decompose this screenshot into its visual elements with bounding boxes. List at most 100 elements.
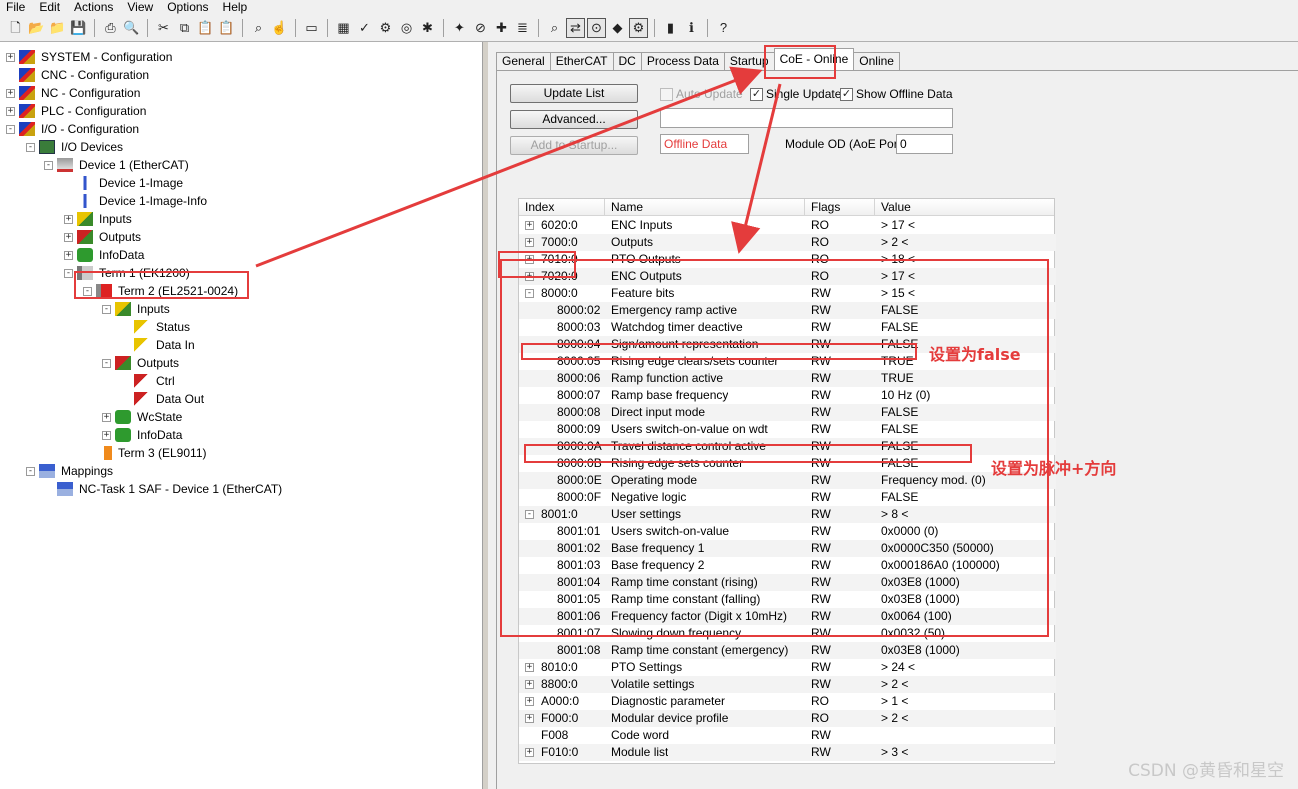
table-row[interactable]: 8001:03 Base frequency 2 RW 0x000186A0 (100…: [519, 557, 1056, 574]
table-row[interactable]: -8001:0 User settings RW > 8 <: [519, 506, 1056, 523]
expand-icon[interactable]: +: [6, 52, 15, 62]
new-icon[interactable]: 🗋: [6, 18, 25, 38]
column-value[interactable]: Value: [875, 199, 1056, 216]
table-row[interactable]: +7020:0 ENC Outputs RO > 17 <: [519, 268, 1056, 285]
add-icon[interactable]: ✚: [492, 18, 511, 38]
tree-node[interactable]: Data In: [121, 336, 197, 354]
list-icon[interactable]: ≣: [513, 18, 532, 38]
collapse-icon[interactable]: -: [102, 358, 111, 368]
tree-node[interactable]: - Device 1 (EtherCAT): [44, 156, 191, 174]
table-row[interactable]: + F000:0 Modular device profile RO > 2 <: [519, 710, 1056, 727]
tab-online[interactable]: Online: [853, 52, 900, 70]
open-icon[interactable]: 📂: [27, 18, 46, 38]
paste-icon[interactable]: 📋: [196, 18, 215, 38]
table-row[interactable]: 8000:0E Operating mode RW Frequency mod. (0…: [519, 472, 1056, 489]
tree-node[interactable]: - Term 1 (EK1200): [64, 264, 192, 282]
expand-icon[interactable]: +: [525, 663, 534, 672]
tree-node[interactable]: Device 1-Image-Info: [64, 192, 209, 210]
table-row[interactable]: 8001:06 Frequency factor (Digit x 10mHz) R…: [519, 608, 1056, 625]
activate-config-icon[interactable]: ▦: [334, 18, 353, 38]
table-row[interactable]: 8000:09 Users switch-on-value on wdt RW FAL…: [519, 421, 1056, 438]
tag-icon[interactable]: ◆: [608, 18, 627, 38]
expand-icon[interactable]: +: [64, 250, 73, 260]
tree-node[interactable]: + Outputs: [64, 228, 143, 246]
table-row[interactable]: 8000:0B Rising edge sets counter RW FALSE: [519, 455, 1056, 472]
table-row[interactable]: 8001:02 Base frequency 1 RW 0x0000C350 (500…: [519, 540, 1056, 557]
table-row[interactable]: 8000:0F Negative logic RW FALSE: [519, 489, 1056, 506]
expand-icon[interactable]: +: [64, 232, 73, 242]
tree-node[interactable]: NC-Task 1 SAF - Device 1 (EtherCAT): [44, 480, 284, 498]
expand-icon[interactable]: +: [525, 680, 534, 689]
collapse-icon[interactable]: -: [102, 304, 111, 314]
expand-icon[interactable]: +: [6, 106, 15, 116]
tree-node[interactable]: + WcState: [102, 408, 184, 426]
expand-icon[interactable]: +: [525, 748, 534, 757]
cut-icon[interactable]: ✂: [154, 18, 173, 38]
build-icon[interactable]: ⚙: [376, 18, 395, 38]
table-row[interactable]: 8001:08 Ramp time constant (emergency) RW 0…: [519, 642, 1056, 659]
stop-icon[interactable]: ⊘: [471, 18, 490, 38]
open-folder-icon[interactable]: 📁: [48, 18, 67, 38]
find-icon[interactable]: ⌕: [249, 18, 268, 38]
table-row[interactable]: 8000:07 Ramp base frequency RW 10 Hz (0): [519, 387, 1056, 404]
module-od-input[interactable]: 0: [896, 134, 953, 154]
expand-icon[interactable]: +: [525, 221, 534, 230]
monitor-icon[interactable]: ▭: [302, 18, 321, 38]
single-update-checkbox[interactable]: ✓ Single Update: [750, 87, 841, 101]
table-row[interactable]: F008 Code word RW: [519, 727, 1056, 744]
target-icon[interactable]: ◎: [397, 18, 416, 38]
tree-node[interactable]: + Inputs: [64, 210, 134, 228]
column-name[interactable]: Name: [605, 199, 805, 216]
book-icon[interactable]: ▮: [661, 18, 680, 38]
menu-view[interactable]: View: [121, 1, 161, 13]
table-row[interactable]: +6020:0 ENC Inputs RO > 17 <: [519, 217, 1056, 234]
expand-icon[interactable]: +: [102, 412, 111, 422]
expand-icon[interactable]: +: [525, 238, 534, 247]
tree-node[interactable]: - Inputs: [102, 300, 172, 318]
table-row[interactable]: 8001:05 Ramp time constant (falling) RW 0x0…: [519, 591, 1056, 608]
settings-icon[interactable]: ⚙: [629, 17, 648, 38]
tree-node[interactable]: - Outputs: [102, 354, 181, 372]
tree-node[interactable]: - I/O Devices: [26, 138, 125, 156]
table-row[interactable]: +8800:0 Volatile settings RW > 2 <: [519, 676, 1056, 693]
add-to-startup-button[interactable]: Add to Startup...: [510, 136, 638, 155]
column-flags[interactable]: Flags: [805, 199, 875, 216]
expand-icon[interactable]: +: [102, 430, 111, 440]
collapse-icon[interactable]: -: [26, 142, 35, 152]
expand-icon[interactable]: +: [525, 714, 534, 723]
tree-node[interactable]: Device 1-Image: [64, 174, 185, 192]
tree-node[interactable]: + NC - Configuration: [6, 84, 142, 102]
expand-icon[interactable]: +: [525, 272, 534, 281]
table-row[interactable]: + A000:0 Diagnostic parameter RO > 1 <: [519, 693, 1056, 710]
update-list-button[interactable]: Update List: [510, 84, 638, 103]
zoom-icon[interactable]: ⌕: [545, 18, 564, 38]
expand-icon[interactable]: +: [525, 697, 534, 706]
tree-node[interactable]: Term 3 (EL9011): [83, 444, 208, 462]
tree-node[interactable]: CNC - Configuration: [6, 66, 151, 84]
expand-icon[interactable]: +: [64, 214, 73, 224]
show-offline-data-checkbox[interactable]: ✓ Show Offline Data: [840, 87, 953, 101]
menu-edit[interactable]: Edit: [33, 1, 68, 13]
table-row[interactable]: +8010:0 PTO Settings RW > 24 <: [519, 659, 1056, 676]
table-row[interactable]: 8000:02 Emergency ramp active RW FALSE: [519, 302, 1056, 319]
column-index[interactable]: Index: [519, 199, 605, 216]
collapse-icon[interactable]: -: [525, 510, 534, 519]
save-icon[interactable]: 💾: [69, 18, 88, 38]
tab-startup[interactable]: Startup: [723, 52, 775, 70]
table-row[interactable]: 8000:03 Watchdog timer deactive RW FALSE: [519, 319, 1056, 336]
help-icon[interactable]: ?: [714, 18, 733, 38]
wand-icon[interactable]: ✦: [450, 18, 469, 38]
tree-node[interactable]: - Term 2 (EL2521-0024): [83, 282, 240, 300]
table-row[interactable]: 8000:0A Travel distance control active RW F…: [519, 438, 1056, 455]
table-row[interactable]: 8000:06 Ramp function active RW TRUE: [519, 370, 1056, 387]
find-next-icon[interactable]: ☝: [270, 18, 289, 38]
table-row[interactable]: 8001:01 Users switch-on-value RW 0x0000 (0): [519, 523, 1056, 540]
table-row[interactable]: 8001:04 Ramp time constant (rising) RW 0x03…: [519, 574, 1056, 591]
tab-process-data[interactable]: Process Data: [640, 52, 725, 70]
tree-node[interactable]: - I/O - Configuration: [6, 120, 141, 138]
tree-node[interactable]: + PLC - Configuration: [6, 102, 148, 120]
expand-icon[interactable]: +: [6, 88, 15, 98]
tree-node[interactable]: - Mappings: [26, 462, 115, 480]
tree-node[interactable]: Ctrl: [121, 372, 177, 390]
menu-file[interactable]: File: [0, 1, 33, 13]
